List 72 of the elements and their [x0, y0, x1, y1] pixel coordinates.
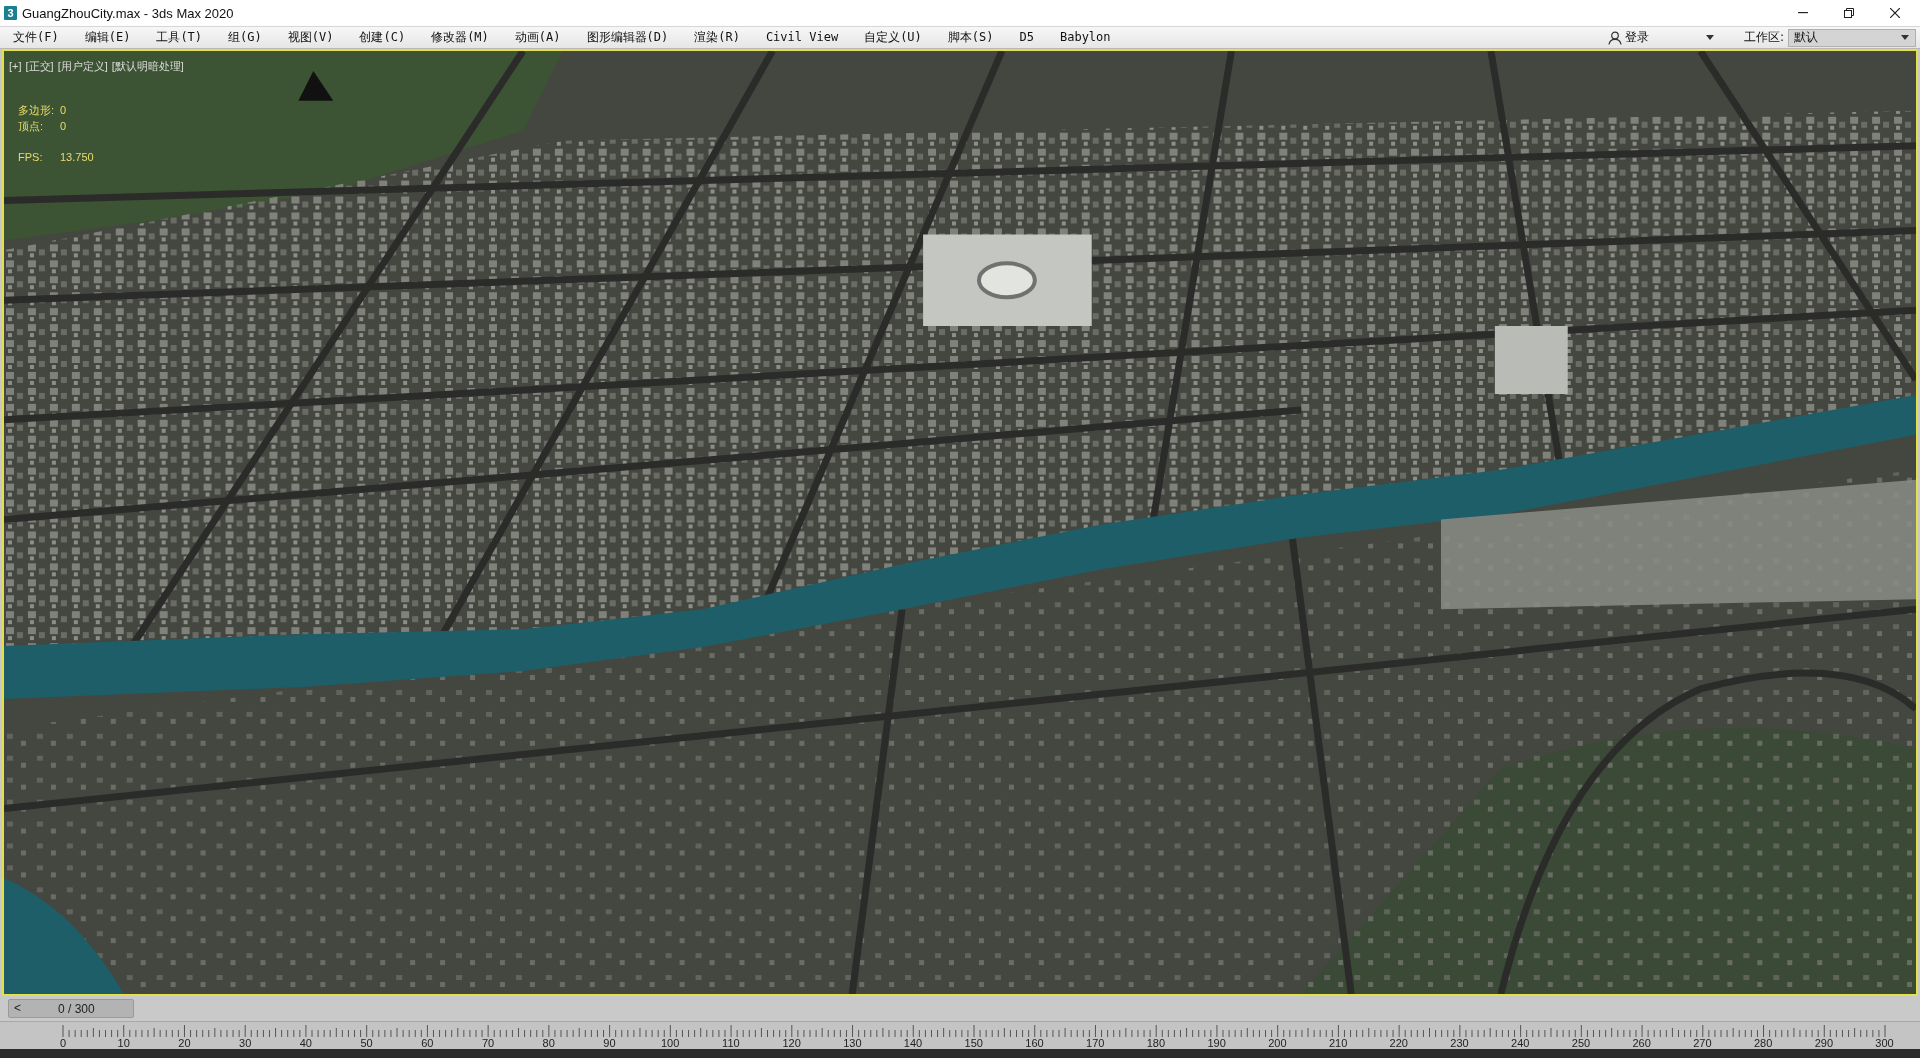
frame-number: 80	[542, 1037, 555, 1049]
frame-number: 170	[1086, 1037, 1105, 1049]
frame-number: 210	[1328, 1037, 1348, 1049]
frame-number: 230	[1450, 1037, 1469, 1049]
menu-item[interactable]: 创建(C)	[346, 28, 419, 47]
frame-number: 300	[1875, 1037, 1894, 1049]
frame-number: 100	[661, 1037, 680, 1049]
stat-label: 多边形:	[18, 103, 56, 117]
frame-number: 120	[782, 1037, 801, 1049]
frame-number: 160	[1025, 1037, 1044, 1049]
frame-number: 0	[59, 1037, 67, 1049]
previous-frame-button[interactable]: <	[9, 1000, 26, 1017]
stat-value: 0	[60, 119, 67, 133]
frame-number: 280	[1753, 1037, 1773, 1049]
frame-number: 70	[481, 1037, 495, 1049]
menu-item[interactable]: Babylon	[1046, 28, 1124, 47]
fps-label: FPS:	[18, 150, 44, 164]
viewport-frame[interactable]: [+] [正交] [用户定义] [默认明暗处理] 多边形: 0 顶点: 0 FPS: 13.750	[2, 49, 1918, 996]
menu-item[interactable]: 组(G)	[215, 28, 275, 47]
user-icon	[1607, 30, 1622, 45]
viewport-menu-label[interactable]: [用户定义]	[57, 59, 108, 73]
menu-item[interactable]: 修改器(M)	[418, 28, 502, 47]
menu-item[interactable]: D5	[1006, 28, 1047, 47]
frame-number: 90	[603, 1037, 616, 1049]
caret-icon[interactable]	[1705, 35, 1714, 40]
app-icon: 3	[4, 6, 17, 20]
frame-number: 200	[1268, 1037, 1287, 1049]
menu-item[interactable]: 工具(T)	[143, 28, 216, 47]
minimize-icon	[1798, 12, 1808, 14]
track-bar[interactable]: 0 10 20 30 40 50 60 70 80 90 100 110 120 130 140 150 160 170 180 190 200 210 220 230 240 250 260 270 280 290 300	[0, 1021, 1920, 1049]
frame-number: 60	[421, 1037, 434, 1049]
frame-number: 290	[1814, 1037, 1833, 1049]
frame-number: 20	[178, 1037, 191, 1049]
viewport-menu-label[interactable]: [默认明暗处理]	[111, 59, 184, 73]
frame-number: 40	[299, 1037, 312, 1049]
menu-item[interactable]: 视图(V)	[274, 28, 347, 47]
frame-counter: 0 / 300	[58, 1001, 95, 1016]
close-icon	[1890, 8, 1900, 18]
workspace-dropdown[interactable]: 默认	[1788, 28, 1916, 47]
caret-icon	[1901, 35, 1909, 40]
frame-number: 220	[1389, 1037, 1408, 1049]
menu-item[interactable]: 动画(A)	[501, 28, 574, 47]
frame-number: 180	[1146, 1037, 1166, 1049]
frame-number: 150	[964, 1037, 983, 1049]
frame-number: 190	[1207, 1037, 1226, 1049]
fps-value: 13.750	[60, 150, 94, 164]
stat-label: 顶点:	[18, 119, 45, 133]
menu-item[interactable]: 渲染(R)	[681, 28, 753, 47]
restore-icon	[1844, 8, 1854, 18]
frame-number: 250	[1571, 1037, 1591, 1049]
frame-number: 130	[843, 1037, 862, 1049]
window-title: GuangZhouCity.max - 3ds Max 2020	[22, 5, 234, 21]
frame-number: 110	[722, 1037, 740, 1049]
time-slider-handle[interactable]: < 0 / 300	[8, 999, 134, 1018]
frame-number: 50	[360, 1037, 373, 1049]
menu-item[interactable]: 图形编辑器(D)	[573, 28, 682, 47]
viewport-menu-label[interactable]: [正交]	[25, 59, 54, 73]
frame-number: 270	[1693, 1037, 1712, 1049]
frame-number: 240	[1511, 1037, 1530, 1049]
workspace-label: 工作区:	[1743, 29, 1784, 46]
sign-in-button[interactable]: 登录	[1604, 28, 1652, 47]
menu-item[interactable]: 文件(F)	[0, 28, 72, 47]
frame-number: 30	[239, 1037, 252, 1049]
menu-item[interactable]: 脚本(S)	[934, 28, 1007, 47]
menu-item[interactable]: Civil View	[752, 28, 852, 47]
frame-number: 10	[117, 1037, 130, 1049]
menu-item[interactable]: 自定义(U)	[851, 28, 935, 47]
stat-value: 0	[60, 103, 67, 117]
menu-item[interactable]: 编辑(E)	[71, 28, 144, 47]
frame-number: 140	[903, 1037, 923, 1049]
viewport-menu-label[interactable]: [+]	[9, 59, 22, 73]
frame-number: 260	[1632, 1037, 1651, 1049]
